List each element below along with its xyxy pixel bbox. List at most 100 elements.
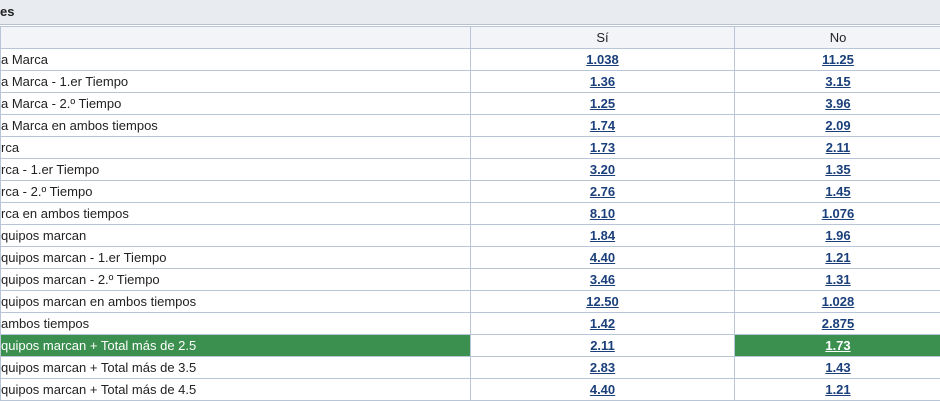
odds-cell-no: 1.35 (735, 159, 940, 181)
odds-cell-no: 1.43 (735, 357, 940, 379)
table-row: a Marca 1.038 11.25 (1, 49, 940, 71)
odds-link-no[interactable]: 1.028 (822, 294, 855, 309)
odds-link-no[interactable]: 1.21 (825, 250, 850, 265)
market-label: rca en ambos tiempos (1, 203, 471, 225)
table-row: quipos marcan + Total más de 3.5 2.83 1.43 (1, 357, 940, 379)
odds-cell-no: 1.028 (735, 291, 940, 313)
odds-cell-no: 2.09 (735, 115, 940, 137)
odds-cell-yes: 3.20 (471, 159, 735, 181)
table-row: a Marca - 2.º Tiempo 1.25 3.96 (1, 93, 940, 115)
table-row: rca 1.73 2.11 (1, 137, 940, 159)
market-label: quipos marcan (1, 225, 471, 247)
column-header-market (1, 27, 471, 49)
table-row: quipos marcan + Total más de 4.5 4.40 1.21 (1, 379, 940, 401)
odds-table: Sí No a Marca 1.038 11.25 a Marca - 1.er Ti… (0, 26, 940, 401)
odds-link-no[interactable]: 1.45 (825, 184, 850, 199)
odds-link-no[interactable]: 1.73 (825, 338, 850, 353)
odds-link-no[interactable]: 3.15 (825, 74, 850, 89)
table-row: quipos marcan + Total más de 2.5 2.11 1.73 (1, 335, 940, 357)
odds-link-yes[interactable]: 1.74 (590, 118, 615, 133)
column-header-yes: Sí (471, 27, 735, 49)
odds-link-yes[interactable]: 12.50 (586, 294, 619, 309)
table-header-row: Sí No (1, 27, 940, 49)
odds-cell-yes: 1.42 (471, 313, 735, 335)
odds-link-yes[interactable]: 8.10 (590, 206, 615, 221)
odds-cell-yes: 1.73 (471, 137, 735, 159)
odds-cell-no: 1.076 (735, 203, 940, 225)
market-label: quipos marcan - 2.º Tiempo (1, 269, 471, 291)
market-label: a Marca (1, 49, 471, 71)
odds-cell-yes: 2.76 (471, 181, 735, 203)
market-label: quipos marcan + Total más de 3.5 (1, 357, 471, 379)
odds-cell-yes: 4.40 (471, 247, 735, 269)
odds-link-yes[interactable]: 1.36 (590, 74, 615, 89)
odds-cell-no: 2.875 (735, 313, 940, 335)
market-label: rca - 1.er Tiempo (1, 159, 471, 181)
odds-link-no[interactable]: 2.09 (825, 118, 850, 133)
market-label: a Marca - 1.er Tiempo (1, 71, 471, 93)
odds-panel: es Sí No a Marca 1.038 11.25 a Marca - 1.er… (0, 0, 940, 400)
odds-link-yes[interactable]: 2.83 (590, 360, 615, 375)
section-header: es (0, 0, 940, 25)
odds-link-no[interactable]: 1.076 (822, 206, 855, 221)
odds-cell-no: 3.15 (735, 71, 940, 93)
odds-link-no[interactable]: 3.96 (825, 96, 850, 111)
odds-cell-no: 1.96 (735, 225, 940, 247)
table-row: quipos marcan - 2.º Tiempo 3.46 1.31 (1, 269, 940, 291)
odds-link-no[interactable]: 1.96 (825, 228, 850, 243)
market-label: a Marca - 2.º Tiempo (1, 93, 471, 115)
odds-cell-no: 11.25 (735, 49, 940, 71)
odds-link-yes[interactable]: 4.40 (590, 382, 615, 397)
section-title: es (0, 1, 14, 23)
odds-link-yes[interactable]: 1.84 (590, 228, 615, 243)
odds-cell-yes: 1.36 (471, 71, 735, 93)
odds-link-yes[interactable]: 2.76 (590, 184, 615, 199)
odds-cell-no: 1.73 (735, 335, 940, 357)
odds-link-no[interactable]: 1.31 (825, 272, 850, 287)
market-label: quipos marcan + Total más de 2.5 (1, 335, 471, 357)
table-row: quipos marcan - 1.er Tiempo 4.40 1.21 (1, 247, 940, 269)
odds-cell-yes: 4.40 (471, 379, 735, 401)
odds-cell-yes: 1.74 (471, 115, 735, 137)
odds-link-no[interactable]: 2.875 (822, 316, 855, 331)
column-header-no: No (735, 27, 940, 49)
odds-link-no[interactable]: 1.35 (825, 162, 850, 177)
odds-link-yes[interactable]: 3.46 (590, 272, 615, 287)
table-row: a Marca en ambos tiempos 1.74 2.09 (1, 115, 940, 137)
table-row: ambos tiempos 1.42 2.875 (1, 313, 940, 335)
odds-link-yes[interactable]: 1.42 (590, 316, 615, 331)
table-row: quipos marcan 1.84 1.96 (1, 225, 940, 247)
table-row: quipos marcan en ambos tiempos 12.50 1.028 (1, 291, 940, 313)
table-row: rca - 1.er Tiempo 3.20 1.35 (1, 159, 940, 181)
odds-link-yes[interactable]: 4.40 (590, 250, 615, 265)
odds-link-no[interactable]: 11.25 (822, 52, 854, 67)
odds-cell-yes: 3.46 (471, 269, 735, 291)
odds-link-yes[interactable]: 1.038 (586, 52, 619, 67)
odds-link-no[interactable]: 1.21 (825, 382, 850, 397)
market-label: quipos marcan - 1.er Tiempo (1, 247, 471, 269)
market-label: rca - 2.º Tiempo (1, 181, 471, 203)
market-label: quipos marcan en ambos tiempos (1, 291, 471, 313)
odds-link-yes[interactable]: 1.73 (590, 140, 615, 155)
odds-cell-no: 2.11 (735, 137, 940, 159)
odds-link-no[interactable]: 2.11 (826, 140, 851, 155)
table-row: a Marca - 1.er Tiempo 1.36 3.15 (1, 71, 940, 93)
table-row: rca en ambos tiempos 8.10 1.076 (1, 203, 940, 225)
odds-cell-no: 3.96 (735, 93, 940, 115)
odds-cell-yes: 1.038 (471, 49, 735, 71)
odds-link-no[interactable]: 1.43 (825, 360, 850, 375)
market-label: a Marca en ambos tiempos (1, 115, 471, 137)
market-label: quipos marcan + Total más de 4.5 (1, 379, 471, 401)
odds-cell-yes: 1.84 (471, 225, 735, 247)
odds-cell-yes: 12.50 (471, 291, 735, 313)
odds-cell-no: 1.31 (735, 269, 940, 291)
odds-link-yes[interactable]: 3.20 (590, 162, 615, 177)
odds-link-yes[interactable]: 2.11 (590, 338, 615, 353)
odds-cell-yes: 8.10 (471, 203, 735, 225)
market-label: rca (1, 137, 471, 159)
table-row: rca - 2.º Tiempo 2.76 1.45 (1, 181, 940, 203)
market-label: ambos tiempos (1, 313, 471, 335)
odds-cell-no: 1.21 (735, 379, 940, 401)
odds-cell-yes: 2.11 (471, 335, 735, 357)
odds-link-yes[interactable]: 1.25 (590, 96, 615, 111)
